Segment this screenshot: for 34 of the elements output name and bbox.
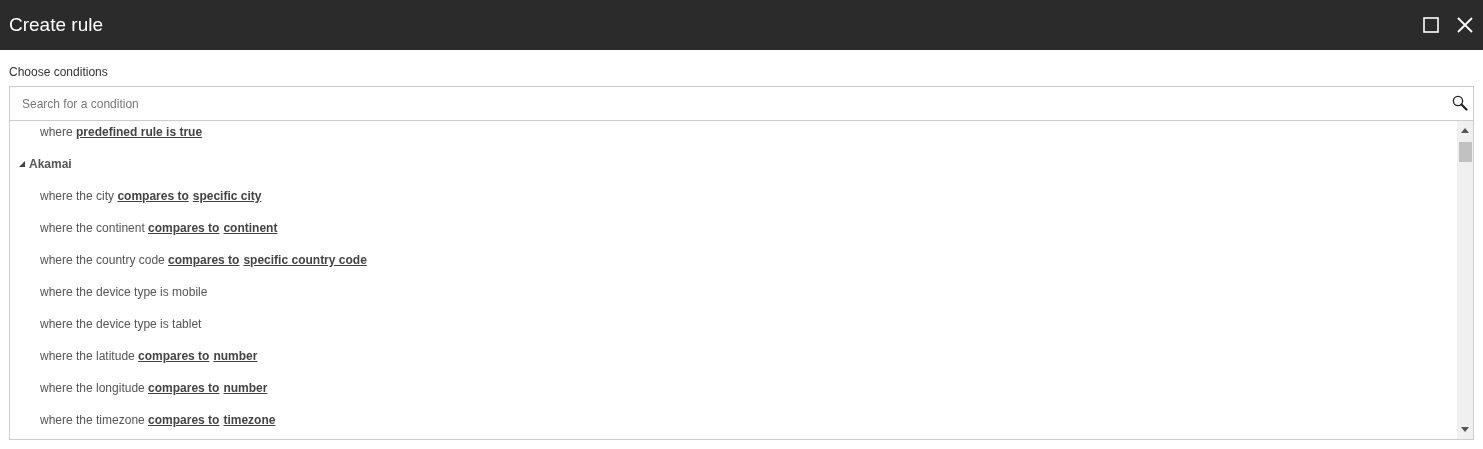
condition-link[interactable]: specific city <box>192 189 262 203</box>
condition-text[interactable]: where the city compares to specific city <box>40 189 262 203</box>
scrollbar[interactable] <box>1457 121 1473 439</box>
condition-link[interactable]: compares to <box>148 381 220 395</box>
search-field[interactable]: Search for a condition <box>9 86 1474 121</box>
condition-text[interactable]: where predefined rule is true <box>40 125 203 139</box>
maximize-button[interactable] <box>1421 15 1441 35</box>
condition-link[interactable]: predefined rule is true <box>76 125 203 139</box>
condition-text[interactable]: where the device type is mobile <box>40 285 208 299</box>
condition-text[interactable]: where the latitude compares to number <box>40 349 258 363</box>
condition-link[interactable]: compares to <box>148 221 220 235</box>
condition-text[interactable]: where the continent compares to continent <box>40 221 278 235</box>
condition-text[interactable]: where the device type is tablet <box>40 317 202 331</box>
scroll-thumb[interactable] <box>1458 142 1472 162</box>
condition-text[interactable]: where the longitude compares to number <box>40 381 268 395</box>
condition-text[interactable]: where the timezone compares to timezone <box>40 413 276 427</box>
search-icon[interactable] <box>1452 95 1468 111</box>
scroll-up-icon[interactable] <box>1461 128 1469 133</box>
condition-link[interactable]: timezone <box>223 413 276 427</box>
scroll-down-icon[interactable] <box>1461 427 1469 432</box>
field-label: Choose conditions <box>9 65 108 79</box>
condition-text[interactable]: where the country code compares to specific country code <box>40 253 367 267</box>
condition-link[interactable]: continent <box>223 221 278 235</box>
condition-link[interactable]: compares to <box>168 253 240 267</box>
condition-link[interactable]: specific country code <box>243 253 367 267</box>
group-label[interactable]: Akamai <box>29 157 72 171</box>
condition-link[interactable]: compares to <box>138 349 210 363</box>
condition-link[interactable]: number <box>223 381 268 395</box>
window-title: Create rule <box>9 14 104 36</box>
condition-link[interactable]: compares to <box>117 189 189 203</box>
expanded-triangle-icon[interactable] <box>19 161 25 167</box>
condition-link[interactable]: compares to <box>148 413 220 427</box>
condition-link[interactable]: number <box>213 349 258 363</box>
close-button[interactable] <box>1455 15 1475 35</box>
